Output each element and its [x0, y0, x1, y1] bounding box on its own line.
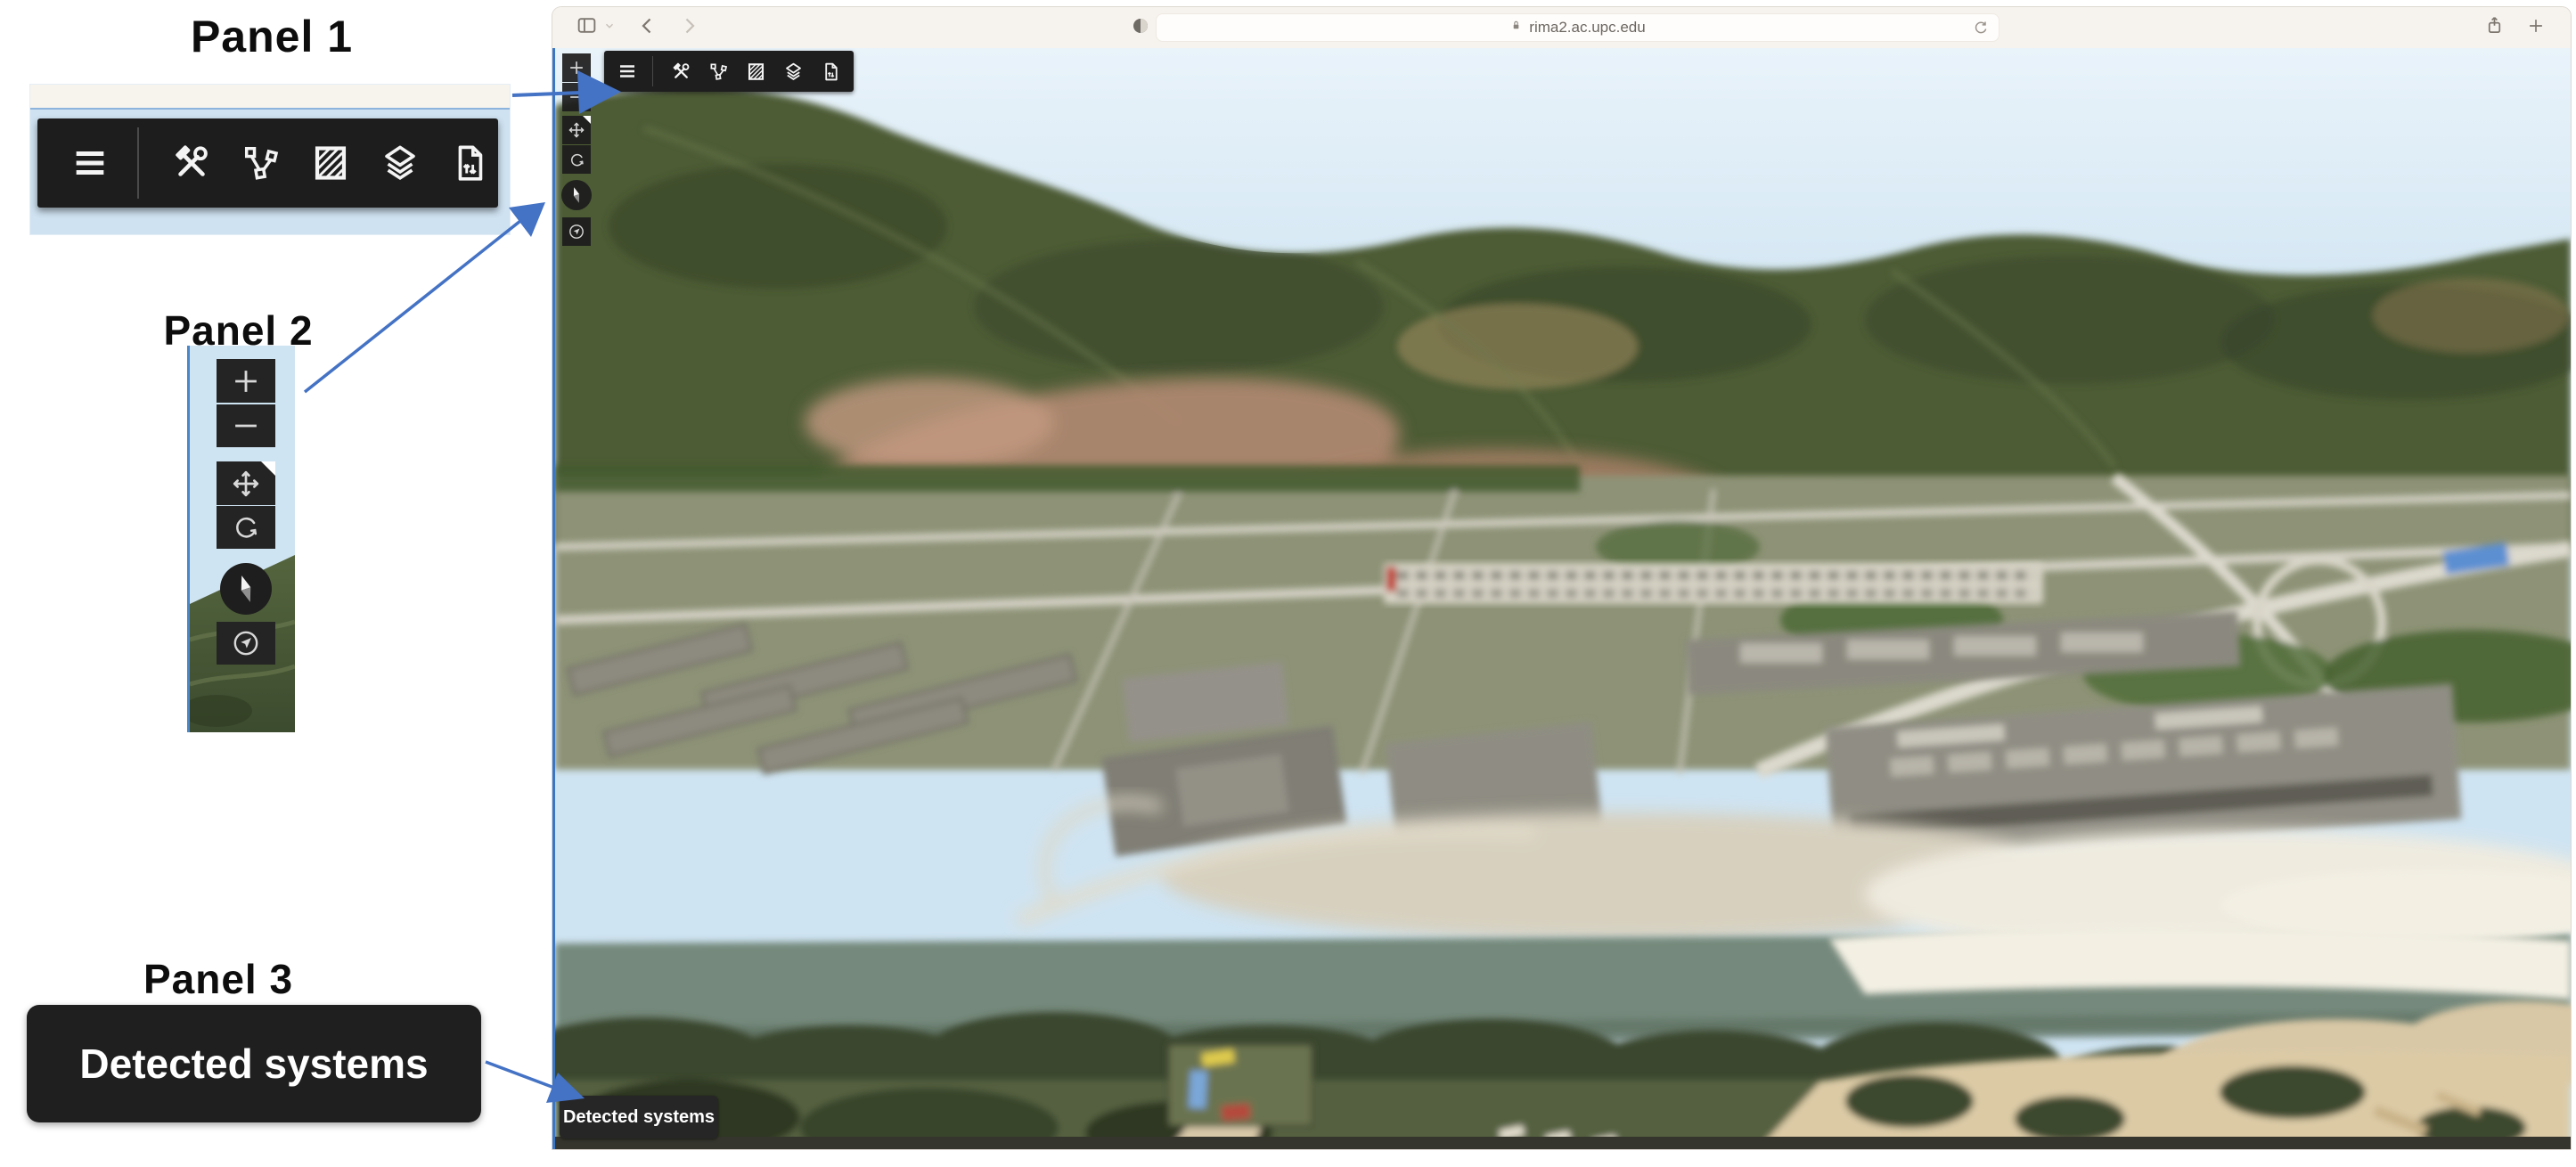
share-icon[interactable]	[2484, 15, 2505, 40]
file-transfer-icon[interactable]	[821, 61, 841, 82]
panel1-screenshot-card	[30, 85, 510, 234]
route-icon	[241, 143, 282, 184]
panel3-label: Panel 3	[143, 956, 294, 1002]
browser-window: rima2.ac.upc.edu Detected systems	[552, 7, 2571, 1149]
toolbar-divider	[652, 56, 653, 86]
map-scene	[555, 48, 2571, 1149]
panel1-toolbar	[37, 118, 498, 208]
arrow2-line	[303, 219, 522, 394]
map-top-toolbar	[604, 51, 854, 92]
locate-button	[217, 622, 275, 665]
arrow2-head	[509, 202, 545, 237]
sidebar-icon[interactable]	[576, 14, 598, 41]
pan-button[interactable]	[562, 116, 591, 144]
menu-icon	[70, 143, 110, 184]
route-icon[interactable]	[708, 61, 729, 82]
hatch-icon[interactable]	[746, 61, 766, 82]
url-text: rima2.ac.upc.edu	[1529, 19, 1646, 36]
page: Panel 1 Panel 2 Panel 3 Detected systems…	[0, 0, 2576, 1167]
reload-icon[interactable]	[1972, 19, 1990, 41]
url-field[interactable]: rima2.ac.upc.edu	[1157, 14, 1999, 41]
forward-button[interactable]	[678, 15, 699, 41]
fold-corner	[583, 116, 591, 124]
compass-button	[220, 563, 272, 615]
layers-icon	[380, 143, 421, 184]
zoom-in-button	[217, 359, 275, 403]
file-transfer-icon	[449, 143, 490, 184]
panel2-screenshot-card	[187, 346, 295, 732]
detected-systems-label: Detected systems	[562, 1106, 716, 1127]
new-tab-icon[interactable]	[2526, 16, 2546, 40]
zoom-in-button[interactable]	[562, 53, 591, 82]
arrow3-line	[485, 1060, 555, 1089]
hatch-icon	[310, 143, 351, 184]
layers-icon[interactable]	[783, 61, 804, 82]
map-canvas[interactable]: Detected systems	[552, 48, 2571, 1149]
fold-corner	[261, 461, 275, 476]
zoom-out-button[interactable]	[562, 83, 591, 111]
browser-toolbar: rima2.ac.upc.edu	[552, 7, 2571, 48]
zoom-out-button	[217, 404, 275, 447]
back-button[interactable]	[637, 15, 658, 41]
menu-icon[interactable]	[617, 61, 638, 82]
locate-button[interactable]	[562, 217, 591, 246]
lock-icon	[1509, 19, 1523, 37]
tools-icon	[171, 143, 212, 184]
compass-button[interactable]	[561, 180, 592, 210]
panel1-browser-strip	[30, 85, 510, 110]
panel3-screenshot-card: Detected systems	[27, 1005, 481, 1122]
panel1-label: Panel 1	[190, 12, 354, 61]
rotate-button	[217, 506, 275, 549]
rotate-button[interactable]	[562, 145, 591, 174]
tools-icon[interactable]	[671, 61, 691, 82]
chevron-down-icon[interactable]	[603, 20, 616, 37]
panel3-button-label: Detected systems	[79, 1041, 429, 1087]
pan-button	[217, 461, 275, 505]
detected-systems-button[interactable]: Detected systems	[560, 1096, 718, 1138]
toolbar-divider	[137, 127, 139, 199]
shield-icon[interactable]	[1130, 15, 1151, 41]
